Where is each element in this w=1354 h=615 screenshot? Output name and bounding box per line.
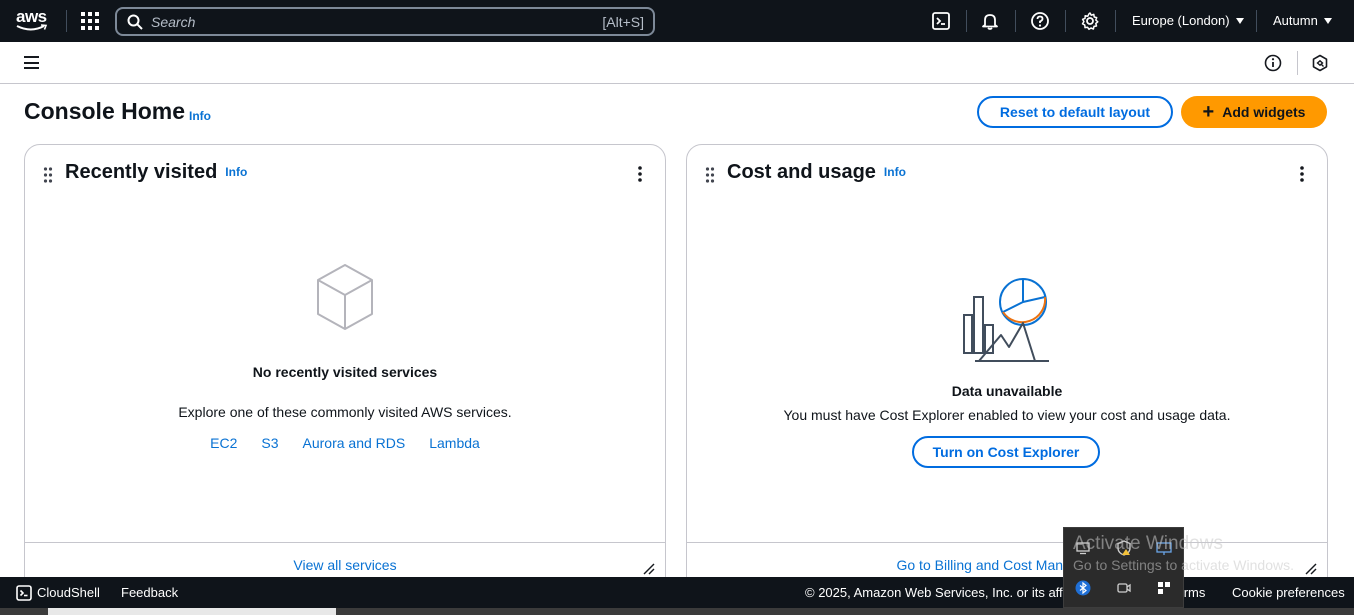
cost-explorer-message: You must have Cost Explorer enabled to v… — [783, 407, 1231, 423]
chart-illustration-icon — [963, 278, 1049, 362]
bluetooth-icon[interactable] — [1075, 580, 1091, 596]
secondary-toolbar — [0, 42, 1354, 84]
cloudshell-icon[interactable] — [931, 11, 951, 31]
resize-handle-icon[interactable] — [643, 563, 655, 575]
settings-gear-icon[interactable] — [1080, 11, 1100, 31]
meet-now-icon[interactable] — [1116, 580, 1132, 596]
nav-divider — [1015, 10, 1016, 32]
help-icon[interactable] — [1030, 11, 1050, 31]
drag-handle-icon[interactable] — [705, 167, 715, 183]
top-navigation: aws [Alt+S] Europe (London — [0, 0, 1354, 42]
view-all-services-link[interactable]: View all services — [25, 557, 665, 573]
feedback-link[interactable]: Feedback — [121, 585, 178, 600]
widget-title: Cost and usage Info — [727, 161, 906, 184]
turn-on-cost-explorer-label: Turn on Cost Explorer — [932, 444, 1080, 460]
activate-windows-title: Activate Windows — [1073, 533, 1223, 554]
search-bar[interactable]: [Alt+S] — [115, 7, 655, 36]
reset-layout-label: Reset to default layout — [999, 104, 1151, 120]
menu-hamburger-icon[interactable] — [24, 56, 39, 69]
nav-divider — [66, 10, 67, 32]
reset-layout-button[interactable]: Reset to default layout — [977, 96, 1173, 128]
widget-title: Recently visited Info — [65, 161, 247, 184]
search-shortcut: [Alt+S] — [602, 14, 644, 30]
cloudshell-footer-icon[interactable] — [16, 585, 32, 601]
service-links: EC2 S3 Aurora and RDS Lambda — [25, 435, 665, 451]
cloudshell-link[interactable]: CloudShell — [37, 585, 100, 600]
page-title: Console Home — [24, 98, 186, 124]
copyright-text: © 2025, Amazon Web Services, Inc. or its… — [805, 585, 1100, 600]
service-link-lambda[interactable]: Lambda — [429, 435, 480, 451]
widget-title-text: Recently visited — [65, 161, 218, 183]
toolbar-divider — [1297, 51, 1298, 75]
widget-info-link[interactable]: Info — [884, 165, 906, 179]
region-label: Europe (London) — [1132, 13, 1230, 28]
services-grid-icon[interactable] — [81, 12, 99, 30]
windows-taskbar — [0, 608, 1354, 615]
notifications-bell-icon[interactable] — [980, 11, 1000, 31]
explore-text: Explore one of these commonly visited AW… — [178, 404, 512, 420]
drag-handle-icon[interactable] — [43, 167, 53, 183]
cube-icon — [317, 264, 373, 330]
nav-divider — [1256, 10, 1257, 32]
cookie-preferences-link[interactable]: Cookie preferences — [1232, 585, 1345, 600]
more-options-icon[interactable] — [1299, 165, 1305, 183]
add-widgets-label: Add widgets — [1222, 104, 1306, 120]
app-tray-icon[interactable] — [1156, 580, 1172, 596]
taskbar-active-window[interactable] — [48, 608, 336, 615]
search-input[interactable] — [151, 12, 581, 32]
cost-usage-widget: Cost and usage Info Data unavailable You … — [686, 144, 1328, 604]
recently-visited-widget: Recently visited Info No recently visited… — [24, 144, 666, 604]
chevron-down-icon — [1323, 18, 1332, 24]
widget-info-link[interactable]: Info — [225, 165, 247, 179]
more-options-icon[interactable] — [637, 165, 643, 183]
aws-logo-text: aws — [16, 7, 47, 26]
account-menu[interactable]: Autumn — [1273, 13, 1332, 28]
add-widgets-button[interactable]: + Add widgets — [1181, 96, 1327, 128]
info-panel-icon[interactable] — [1264, 54, 1282, 72]
resize-handle-icon[interactable] — [1305, 563, 1317, 575]
search-icon — [127, 14, 143, 30]
chevron-down-icon — [1235, 18, 1244, 24]
activate-windows-subtitle: Go to Settings to activate Windows. — [1073, 557, 1294, 573]
page-info-link[interactable]: Info — [189, 109, 211, 123]
service-link-s3[interactable]: S3 — [261, 435, 278, 451]
aws-logo[interactable]: aws — [16, 8, 50, 34]
widget-title-text: Cost and usage — [727, 161, 876, 183]
plus-icon: + — [1202, 101, 1215, 123]
service-link-ec2[interactable]: EC2 — [210, 435, 237, 451]
nav-divider — [1065, 10, 1066, 32]
region-selector[interactable]: Europe (London) — [1132, 13, 1244, 28]
turn-on-cost-explorer-button[interactable]: Turn on Cost Explorer — [912, 436, 1100, 468]
empty-state-heading: No recently visited services — [252, 364, 438, 380]
account-label: Autumn — [1273, 13, 1318, 28]
q-assistant-icon[interactable] — [1311, 54, 1329, 72]
nav-divider — [1115, 10, 1116, 32]
empty-state-heading: Data unavailable — [951, 383, 1063, 399]
nav-divider — [966, 10, 967, 32]
service-link-aurora-rds[interactable]: Aurora and RDS — [303, 435, 406, 451]
